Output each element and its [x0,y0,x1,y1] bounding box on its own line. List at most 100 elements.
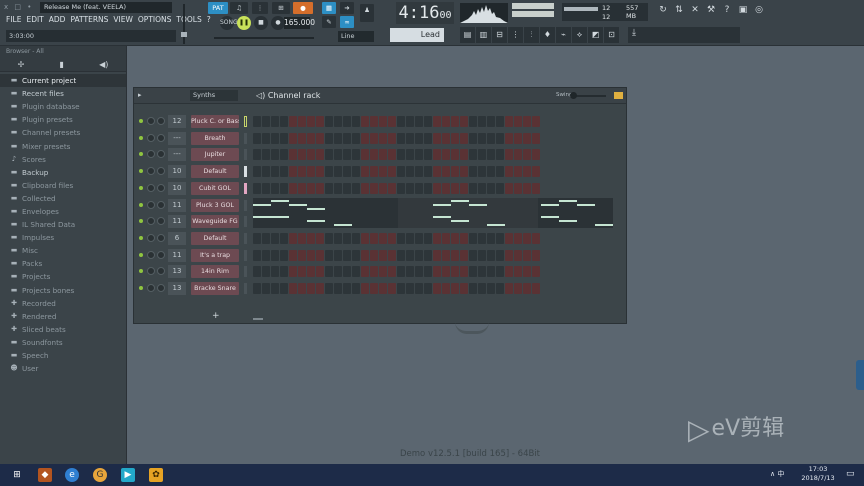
step-button[interactable] [262,232,270,244]
step-button[interactable] [460,116,468,127]
channel-pan-knob[interactable] [147,233,155,242]
step-button[interactable] [325,266,333,278]
mixer-icon[interactable]: ⇅ [672,3,686,17]
step-button[interactable] [307,232,315,244]
channel-mute-led[interactable] [139,152,143,157]
step-button[interactable] [334,232,342,244]
channel-mixer-track[interactable]: 10 [168,181,186,195]
step-button[interactable] [523,232,531,244]
browser-item[interactable]: ▬ IL Shared Data [0,218,126,231]
step-button[interactable] [316,232,324,244]
step-edit-button[interactable]: ⋮ [252,2,268,14]
channel-mute-led[interactable] [139,286,143,290]
channel-pan-knob[interactable] [147,217,155,226]
step-button[interactable] [523,249,531,261]
fl-studio-icon[interactable]: ✿ [149,468,163,482]
step-button[interactable] [298,116,306,127]
step-button[interactable] [298,132,306,144]
channel-volume-knob[interactable] [157,183,165,192]
channel-mixer-track[interactable]: 12 [168,115,186,128]
channel-select-indicator[interactable] [244,249,247,261]
step-button[interactable] [352,149,360,161]
step-button[interactable] [379,232,387,244]
step-button[interactable] [424,266,432,278]
step-button[interactable] [442,182,450,194]
step-button[interactable] [388,166,396,178]
menu-patterns[interactable]: PATTERNS [70,15,108,24]
channel-rack-icon[interactable]: ⊟ [492,27,507,43]
browser-item[interactable]: ▬ Packs [0,257,126,270]
step-button[interactable] [343,232,351,244]
step-button[interactable] [496,149,504,161]
browser-item[interactable]: ▬ Plugin database [0,100,126,113]
step-button[interactable] [343,132,351,144]
step-button[interactable] [352,182,360,194]
step-button[interactable] [388,266,396,278]
step-button[interactable] [370,232,378,244]
step-button[interactable] [487,116,495,127]
step-button[interactable] [379,283,387,294]
step-button[interactable] [262,116,270,127]
step-button[interactable] [487,182,495,194]
step-button[interactable] [442,283,450,294]
channel-volume-knob[interactable] [157,250,165,259]
step-button[interactable] [370,182,378,194]
step-button[interactable] [469,283,477,294]
step-button[interactable] [280,182,288,194]
step-button[interactable] [514,166,522,178]
step-button[interactable] [388,182,396,194]
step-button[interactable] [496,166,504,178]
step-button[interactable] [253,232,261,244]
step-button[interactable] [298,182,306,194]
step-button[interactable] [370,149,378,161]
browser-item[interactable]: ☻ User [0,362,126,375]
browser-item[interactable]: ▬ Current project [0,74,126,88]
step-button[interactable] [271,132,279,144]
channel-mute-led[interactable] [139,252,143,257]
step-button[interactable] [307,132,315,144]
step-button[interactable] [478,132,486,144]
pattern-mode-button[interactable]: PAT [208,2,228,14]
channel-mute-led[interactable] [139,135,143,140]
browser-item[interactable]: ▬ Misc [0,244,126,257]
song-position-field[interactable]: 3:03:00 [6,30,176,42]
step-button[interactable] [469,249,477,261]
step-button[interactable] [271,149,279,161]
step-button[interactable] [442,132,450,144]
record-mode-button[interactable]: ● [293,2,313,14]
menu-options[interactable]: OPTIONS [138,15,172,24]
step-button[interactable] [469,182,477,194]
undo-icon[interactable]: ↻ [656,3,670,17]
step-button[interactable] [478,149,486,161]
step-button[interactable] [505,116,513,127]
browser-item[interactable]: ▬ Backup [0,166,126,179]
browser-item[interactable]: ✚ Recorded [0,297,126,310]
step-button[interactable] [424,149,432,161]
step-button[interactable] [307,249,315,261]
channel-pan-knob[interactable] [147,167,155,176]
step-button[interactable] [262,166,270,178]
channel-volume-knob[interactable] [157,133,165,142]
main-pitch-slider[interactable] [208,33,318,42]
step-button[interactable] [397,149,405,161]
step-button[interactable] [433,149,441,161]
stop-button[interactable]: ■ [254,16,268,30]
step-button[interactable] [298,266,306,278]
menu-view[interactable]: VIEW [113,15,133,24]
step-button[interactable] [487,166,495,178]
step-button[interactable] [280,232,288,244]
step-button[interactable] [352,249,360,261]
channel-volume-knob[interactable] [157,217,165,226]
channel-pan-knob[interactable] [147,200,155,209]
channel-volume-knob[interactable] [157,117,165,125]
step-button[interactable] [325,249,333,261]
step-button[interactable] [325,283,333,294]
step-button[interactable] [433,132,441,144]
browser-app-icon[interactable]: e [65,468,79,482]
step-button[interactable] [280,249,288,261]
step-button[interactable] [298,166,306,178]
step-button[interactable] [388,132,396,144]
step-button[interactable] [505,266,513,278]
step-button[interactable] [271,266,279,278]
browser-item[interactable]: ▬ Collected [0,192,126,205]
